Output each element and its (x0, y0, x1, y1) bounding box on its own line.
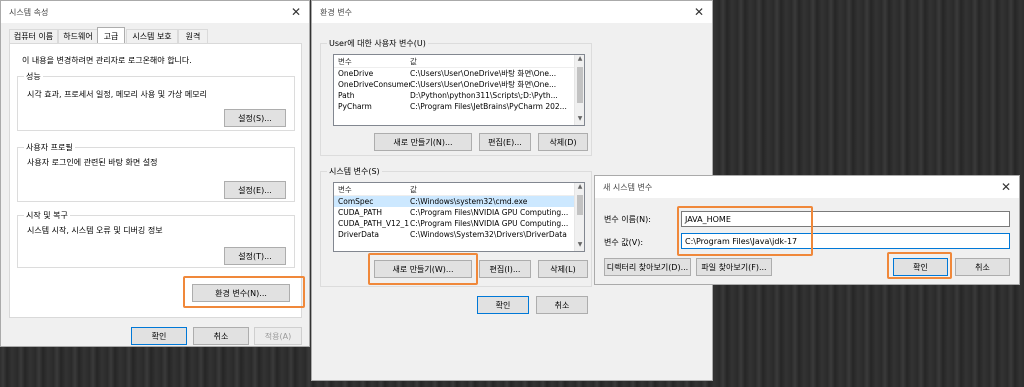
scrollbar[interactable]: ▲ ▼ (574, 55, 584, 125)
list-item[interactable]: OneDriveConsumer C:\Users\User\OneDrive\바… (334, 79, 584, 90)
highlight-box (368, 253, 478, 285)
highlight-box (677, 206, 813, 256)
scrollbar[interactable]: ▲ ▼ (574, 183, 584, 251)
tab-system-protection[interactable]: 시스템 보호 (126, 29, 178, 43)
admin-notice: 이 내용을 변경하려면 관리자로 로그온해야 합니다. (22, 56, 192, 65)
performance-settings-button[interactable]: 설정(S)... (224, 109, 286, 127)
close-icon[interactable]: ✕ (694, 5, 704, 19)
list-header: 변수 값 (334, 55, 584, 68)
title-bar: 환경 변수 ✕ (312, 1, 712, 23)
scroll-down-icon[interactable]: ▼ (575, 115, 584, 125)
user-new-button[interactable]: 새로 만들기(N)... (374, 133, 472, 151)
user-delete-button[interactable]: 삭제(D) (538, 133, 588, 151)
user-edit-button[interactable]: 편집(E)... (479, 133, 531, 151)
tab-hardware[interactable]: 하드웨어 (58, 29, 98, 43)
list-item[interactable]: DriverData C:\Windows\System32\Drivers\Dr… (334, 229, 584, 240)
browse-file-button[interactable]: 파일 찾아보기(F)... (696, 258, 772, 276)
column-header-value[interactable]: 값 (410, 56, 584, 67)
startup-recovery-group: 시작 및 복구 시스템 시작, 시스템 오류 및 디버깅 정보 설정(T)... (17, 210, 295, 268)
apply-button[interactable]: 적용(A) (254, 327, 302, 345)
variable-value-label: 변수 값(V): (604, 238, 644, 247)
tab-remote[interactable]: 원격 (178, 29, 208, 43)
tab-computer-name[interactable]: 컴퓨터 이름 (9, 29, 58, 43)
window-title: 시스템 속성 (9, 7, 49, 17)
list-item[interactable]: Path D:\Python\python311\Scripts\;D:\Pyth… (334, 90, 584, 101)
new-system-variable-dialog: 새 시스템 변수 ✕ 변수 이름(N): JAVA_HOME 변수 값(V): … (594, 175, 1020, 285)
group-label: 사용자 프로필 (24, 142, 75, 153)
column-header-value[interactable]: 값 (410, 184, 584, 195)
ok-button[interactable]: 확인 (477, 296, 529, 314)
scroll-up-icon[interactable]: ▲ (575, 55, 584, 65)
group-label: 성능 (24, 71, 43, 82)
group-label: 시작 및 복구 (24, 210, 70, 221)
user-variables-list[interactable]: 변수 값 OneDrive C:\Users\User\OneDrive\바탕 화… (333, 54, 585, 126)
performance-group: 성능 시각 효과, 프로세서 일정, 메모리 사용 및 가상 메모리 설정(S)… (17, 71, 295, 131)
list-item-selected[interactable]: ComSpec C:\Windows\system32\cmd.exe (334, 196, 584, 207)
system-delete-button[interactable]: 삭제(L) (538, 260, 588, 278)
system-variables-group: 시스템 변수(S) 변수 값 ComSpec C:\Windows\system3… (320, 166, 592, 287)
group-label: User에 대한 사용자 변수(U) (327, 38, 428, 49)
close-icon[interactable]: ✕ (1001, 180, 1011, 194)
highlight-box (183, 276, 305, 308)
user-profiles-group: 사용자 프로필 사용자 로그인에 관련된 바탕 화면 설정 설정(E)... (17, 142, 295, 202)
tab-advanced[interactable]: 고급 (97, 27, 125, 44)
cancel-button[interactable]: 취소 (536, 296, 588, 314)
title-bar: 시스템 속성 ✕ (1, 1, 309, 23)
window-title: 새 시스템 변수 (603, 182, 653, 192)
group-description: 시각 효과, 프로세서 일정, 메모리 사용 및 가상 메모리 (27, 90, 207, 99)
window-title: 환경 변수 (320, 7, 352, 17)
scroll-up-icon[interactable]: ▲ (575, 183, 584, 193)
list-item[interactable]: CUDA_PATH_V12_1 C:\Program Files\NVIDIA G… (334, 218, 584, 229)
column-header-variable[interactable]: 변수 (334, 184, 410, 195)
system-properties-window: 시스템 속성 ✕ 컴퓨터 이름 하드웨어 고급 시스템 보호 원격 이 내용을 … (0, 0, 310, 347)
group-description: 사용자 로그인에 관련된 바탕 화면 설정 (27, 158, 158, 167)
list-item[interactable]: CUDA_PATH C:\Program Files\NVIDIA GPU Com… (334, 207, 584, 218)
user-variables-group: User에 대한 사용자 변수(U) 변수 값 OneDrive C:\Users… (320, 38, 592, 156)
profile-settings-button[interactable]: 설정(E)... (224, 181, 286, 199)
tab-panel: 이 내용을 변경하려면 관리자로 로그온해야 합니다. 성능 시각 효과, 프로… (9, 43, 305, 318)
browse-directory-button[interactable]: 디렉터리 찾아보기(D)... (604, 258, 691, 276)
startup-settings-button[interactable]: 설정(T)... (224, 247, 286, 265)
highlight-box (887, 252, 952, 279)
variable-name-label: 변수 이름(N): (604, 215, 651, 224)
scroll-down-icon[interactable]: ▼ (575, 241, 584, 251)
ok-button[interactable]: 확인 (131, 327, 187, 345)
list-header: 변수 값 (334, 183, 584, 196)
cancel-button[interactable]: 취소 (955, 258, 1010, 276)
system-edit-button[interactable]: 편집(I)... (479, 260, 531, 278)
title-bar: 새 시스템 변수 ✕ (595, 176, 1019, 198)
group-description: 시스템 시작, 시스템 오류 및 디버깅 정보 (27, 226, 163, 235)
column-header-variable[interactable]: 변수 (334, 56, 410, 67)
scroll-thumb[interactable] (577, 195, 583, 215)
close-icon[interactable]: ✕ (291, 5, 301, 19)
cancel-button[interactable]: 취소 (193, 327, 249, 345)
system-variables-list[interactable]: 변수 값 ComSpec C:\Windows\system32\cmd.exe … (333, 182, 585, 252)
list-item[interactable]: OneDrive C:\Users\User\OneDrive\바탕 화면\One… (334, 68, 584, 79)
group-label: 시스템 변수(S) (327, 166, 382, 177)
scroll-thumb[interactable] (577, 67, 583, 103)
list-item[interactable]: PyCharm C:\Program Files\JetBrains\PyChar… (334, 101, 584, 112)
